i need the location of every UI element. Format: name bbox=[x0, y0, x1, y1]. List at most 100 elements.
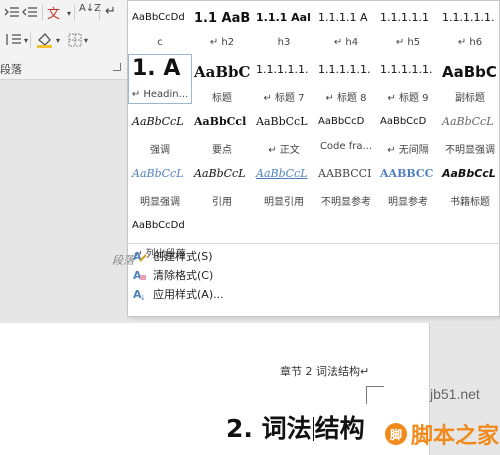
create-style-menu-item[interactable]: A 创建样式(S) bbox=[133, 247, 213, 265]
clear-format-icon: A bbox=[133, 269, 146, 282]
style-item[interactable]: AaBbCcL 不明显强调 bbox=[439, 107, 500, 155]
style-item[interactable]: 1.1.1.1.1. ↵ h6 bbox=[439, 3, 500, 51]
text-cursor bbox=[312, 417, 314, 441]
style-sample: AaBbCcL bbox=[442, 115, 494, 128]
style-caption: ↵ h5 bbox=[395, 37, 421, 48]
style-sample: 1.1.1.1 A bbox=[318, 11, 368, 24]
sort-button[interactable]: A↓Z bbox=[79, 3, 102, 14]
style-item[interactable]: 1.1 AaB ↵ h2 bbox=[191, 3, 253, 51]
apply-style-menu-item[interactable]: A ↓ 应用样式(A)... bbox=[133, 285, 224, 303]
dialog-launcher-icon[interactable] bbox=[113, 63, 121, 71]
heading-number: 2. bbox=[226, 414, 253, 443]
style-sample: AaBbCcD bbox=[318, 116, 365, 127]
style-item[interactable]: 1.1.1.1.1 ↵ h5 bbox=[377, 3, 439, 51]
style-sample: 1.1.1.1.1. bbox=[318, 63, 371, 76]
style-item[interactable]: AaBbCcL 书籍标题 bbox=[439, 159, 500, 207]
style-item[interactable]: AaBbCcDd c bbox=[129, 3, 191, 51]
style-item[interactable]: 1.1.1.1.1. ↵ 标题 9 bbox=[377, 55, 439, 103]
style-sample: AABBCC bbox=[380, 167, 434, 180]
style-caption: 不明显参考 bbox=[321, 197, 371, 207]
style-caption: Code fra... bbox=[319, 141, 373, 152]
left-pane bbox=[0, 80, 128, 324]
apply-style-label: 应用样式(A)... bbox=[153, 288, 224, 301]
style-sample: AaBbCcL bbox=[442, 167, 496, 180]
style-item[interactable]: AaBbCcL ↵ 正文 bbox=[253, 107, 315, 155]
style-caption: ↵ 标题 7 bbox=[263, 93, 305, 103]
style-sample: AaBbC bbox=[442, 63, 497, 81]
chevron-down-icon: ▾ bbox=[24, 35, 29, 45]
style-sample: AaBbCcL bbox=[256, 167, 308, 180]
style-caption: ↵ h6 bbox=[457, 37, 483, 48]
paint-bucket-icon bbox=[37, 33, 52, 48]
create-style-icon: A bbox=[133, 250, 147, 263]
style-item[interactable]: AaBbCcL 明显强调 bbox=[129, 159, 191, 207]
style-item[interactable]: AaBbCcL 强调 bbox=[129, 107, 191, 155]
line-spacing-button[interactable]: ▾ bbox=[4, 33, 28, 47]
decrease-indent-icon[interactable] bbox=[22, 6, 38, 20]
style-caption: h3 bbox=[277, 37, 291, 48]
clear-format-label: 清除格式(C) bbox=[153, 269, 214, 282]
style-item[interactable]: AaBbCcl 要点 bbox=[191, 107, 253, 155]
style-sample: 1. A bbox=[132, 56, 181, 81]
style-caption: 标题 bbox=[212, 93, 232, 103]
indent-icon[interactable] bbox=[4, 6, 20, 20]
ribbon-paragraph-group: 文 ▾ A↓Z ↵ ▾ ▾ ▾ 段落 bbox=[0, 0, 128, 80]
style-item[interactable]: AaBbC 副标题 bbox=[439, 55, 500, 103]
line-spacing-icon bbox=[6, 34, 21, 45]
style-sample: 1.1.1.1.1. bbox=[380, 63, 433, 76]
watermark-brand-text: 脚本之家 bbox=[411, 423, 500, 449]
style-item[interactable]: 1. A ↵ Headin... bbox=[128, 54, 192, 104]
style-sample: AaBbCcl bbox=[194, 115, 247, 128]
style-caption: ↵ 正文 bbox=[268, 145, 300, 155]
borders-button[interactable]: ▾ bbox=[68, 33, 88, 47]
style-item[interactable]: AaBbC 标题 bbox=[191, 55, 253, 103]
heading-2[interactable]: 2. 词法 结构 bbox=[226, 409, 365, 445]
style-caption: ↵ 无间隔 bbox=[387, 145, 429, 155]
style-caption: 明显参考 bbox=[388, 197, 428, 207]
style-sample: 1.1.1.1.1 bbox=[380, 11, 429, 24]
style-sample: AaBbCcL bbox=[132, 115, 184, 128]
style-item[interactable]: AABBCCI 不明显参考 bbox=[315, 159, 377, 207]
chevron-down-icon: ▾ bbox=[56, 35, 61, 45]
style-sample: AaBbCcL bbox=[256, 115, 308, 128]
group-label-paragraph: 段落 bbox=[0, 63, 22, 76]
style-item[interactable]: 1.1.1 Aal h3 bbox=[253, 3, 315, 51]
style-item[interactable]: 1.1.1.1 A ↵ h4 bbox=[315, 3, 377, 51]
style-item[interactable]: AaBbCcL 引用 bbox=[191, 159, 253, 207]
style-sample: AaBbCcDd bbox=[132, 12, 185, 23]
style-caption: c bbox=[157, 37, 163, 48]
style-item[interactable]: AaBbCcD ↵ 无间隔 bbox=[377, 107, 439, 155]
clear-format-menu-item[interactable]: A 清除格式(C) bbox=[133, 266, 213, 284]
style-item[interactable]: AaBbCcD Code fra... bbox=[315, 107, 377, 155]
pilcrow-icon: ↵ bbox=[105, 4, 116, 19]
style-caption: 引用 bbox=[212, 197, 232, 207]
menu-divider bbox=[127, 243, 500, 244]
style-sample: AaBbCcL bbox=[194, 167, 246, 180]
style-item[interactable]: AaBbCcL 明显引用 bbox=[253, 159, 315, 207]
asian-layout-icon[interactable]: 文 ▾ bbox=[47, 6, 71, 20]
style-item[interactable]: AABBCC 明显参考 bbox=[377, 159, 439, 207]
style-sample: 1.1.1.1.1. bbox=[256, 63, 309, 76]
borders-icon bbox=[68, 33, 82, 47]
sort-icon: A↓Z bbox=[79, 3, 102, 14]
heading-text-part2: 结构 bbox=[314, 414, 365, 443]
watermark-site: jb51.net bbox=[430, 386, 480, 402]
chevron-down-icon: ▾ bbox=[84, 35, 89, 45]
style-caption: ↵ h2 bbox=[209, 37, 235, 48]
side-label: 段落 bbox=[112, 254, 134, 267]
style-caption: ↵ Headin... bbox=[131, 89, 189, 100]
document-page[interactable]: 章节 2 词法结构↵ 2. 词法 结构 bbox=[0, 323, 430, 455]
margin-corner-mark bbox=[366, 386, 384, 404]
word-window: { "ribbon": { "group_label": "段落", "sort… bbox=[0, 0, 500, 455]
show-marks-button[interactable]: ↵ bbox=[105, 4, 116, 19]
style-sample: AaBbCcL bbox=[132, 167, 184, 180]
shading-button[interactable]: ▾ bbox=[36, 32, 60, 48]
create-style-label: 创建样式(S) bbox=[153, 250, 213, 263]
style-sample: AaBbCcDd bbox=[132, 220, 185, 231]
style-item[interactable]: 1.1.1.1.1. ↵ 标题 8 bbox=[315, 55, 377, 103]
style-item[interactable]: 1.1.1.1.1. ↵ 标题 7 bbox=[253, 55, 315, 103]
chevron-down-icon: ▾ bbox=[67, 8, 72, 18]
apply-style-icon: A↓ bbox=[133, 288, 146, 301]
svg-text:文: 文 bbox=[47, 7, 60, 20]
style-sample: 1.1.1 Aal bbox=[256, 11, 311, 24]
